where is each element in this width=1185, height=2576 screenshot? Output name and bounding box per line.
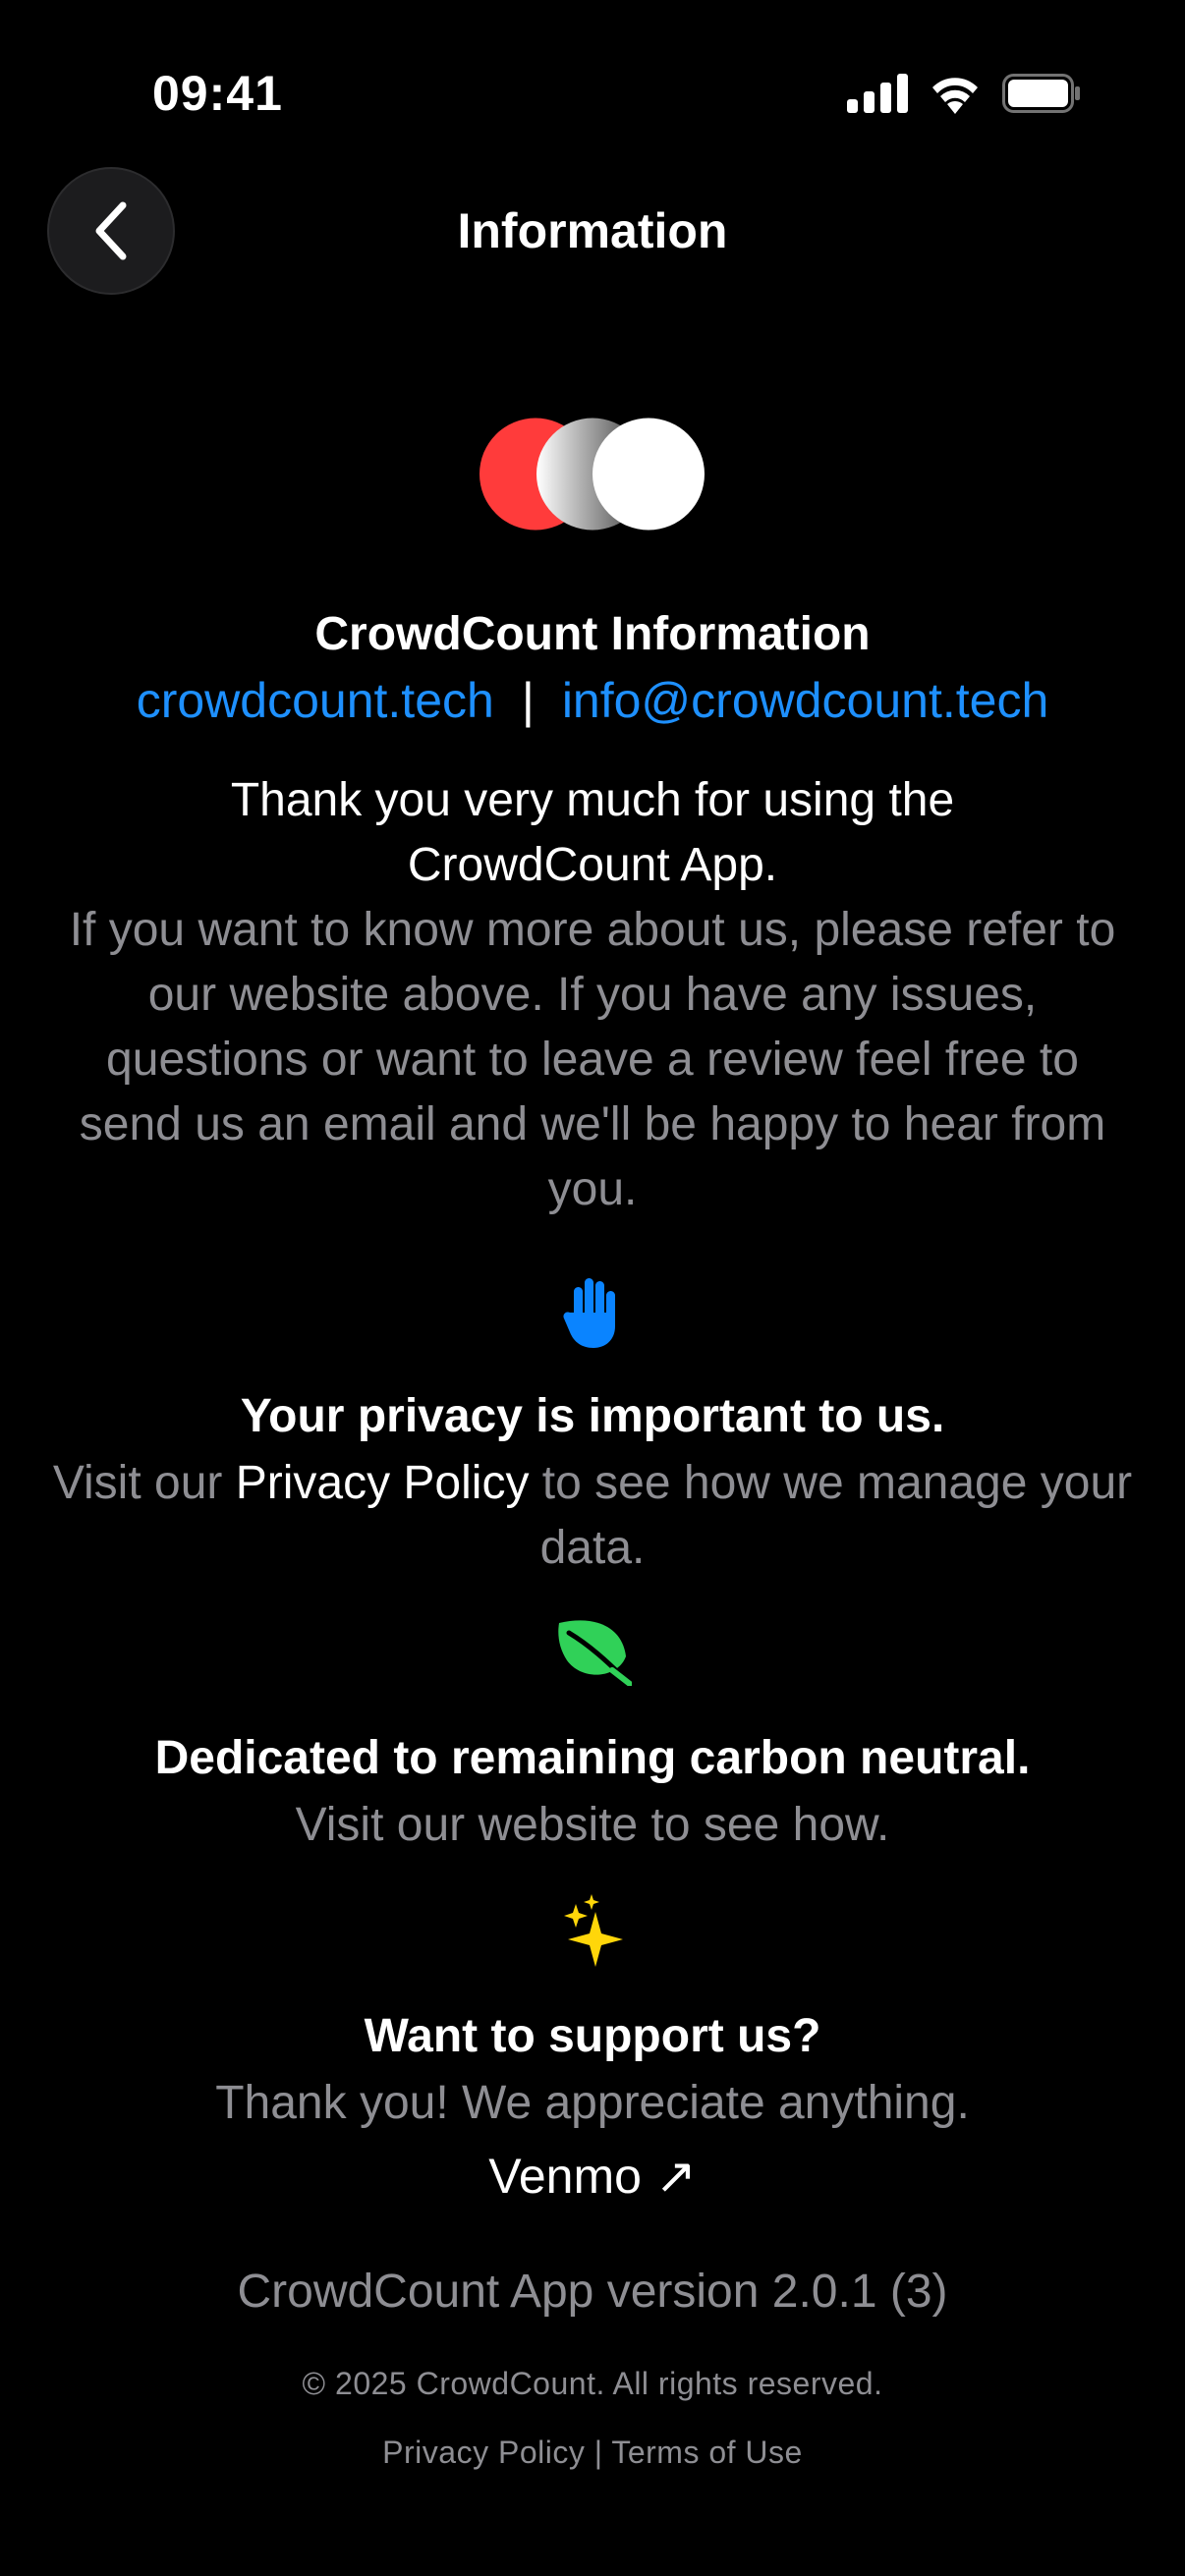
contact-links: crowdcount.tech | info@crowdcount.tech	[0, 672, 1185, 729]
copyright-text: © 2025 CrowdCount. All rights reserved.	[302, 2366, 883, 2401]
privacy-text-after: to see how we manage your data.	[529, 1457, 1133, 1574]
cellular-signal-icon	[847, 74, 908, 113]
raised-hand-icon	[563, 1278, 615, 1348]
privacy-policy-link[interactable]: Privacy Policy	[236, 1457, 530, 1509]
footer-terms-link[interactable]: Terms of Use	[611, 2435, 802, 2470]
sparkles-icon	[564, 1894, 623, 1967]
support-subtitle: Thank you! We appreciate anything.	[215, 2077, 970, 2129]
status-icons	[847, 73, 1081, 114]
footer-privacy-link[interactable]: Privacy Policy	[382, 2435, 585, 2470]
privacy-icon-row	[0, 1275, 1185, 1348]
carbon-icon-row	[0, 1617, 1185, 1686]
privacy-title: Your privacy is important to us.	[240, 1390, 945, 1442]
footer-links: Privacy Policy | Terms of Use	[0, 2435, 1185, 2471]
website-link[interactable]: crowdcount.tech	[137, 673, 494, 728]
intro-body: If you want to know more about us, pleas…	[69, 904, 1116, 1215]
carbon-title: Dedicated to remaining carbon neutral.	[154, 1732, 1031, 1784]
support-icon-row	[0, 1894, 1185, 1969]
link-separator: |	[521, 673, 535, 728]
status-time: 09:41	[152, 66, 283, 121]
intro-text: Thank you very much for using the CrowdC…	[49, 768, 1136, 1222]
info-heading: CrowdCount Information	[314, 608, 871, 660]
crowdcount-logo	[480, 418, 705, 531]
privacy-text-before: Visit our	[52, 1457, 236, 1509]
support-title: Want to support us?	[364, 2010, 821, 2062]
carbon-subtitle: Visit our website to see how.	[295, 1799, 890, 1851]
leaf-icon	[558, 1620, 632, 1686]
wifi-icon	[932, 78, 978, 114]
privacy-subtitle: Visit our Privacy Policy to see how we m…	[49, 1451, 1136, 1581]
page-title: Information	[457, 203, 728, 258]
venmo-link[interactable]: Venmo ↗	[0, 2148, 1185, 2205]
footer-separator: |	[593, 2435, 603, 2470]
battery-icon	[1002, 74, 1080, 113]
app-version: CrowdCount App version 2.0.1 (3)	[237, 2266, 948, 2318]
thanks-text: Thank you very much for using the CrowdC…	[230, 774, 955, 891]
email-link[interactable]: info@crowdcount.tech	[562, 673, 1048, 728]
